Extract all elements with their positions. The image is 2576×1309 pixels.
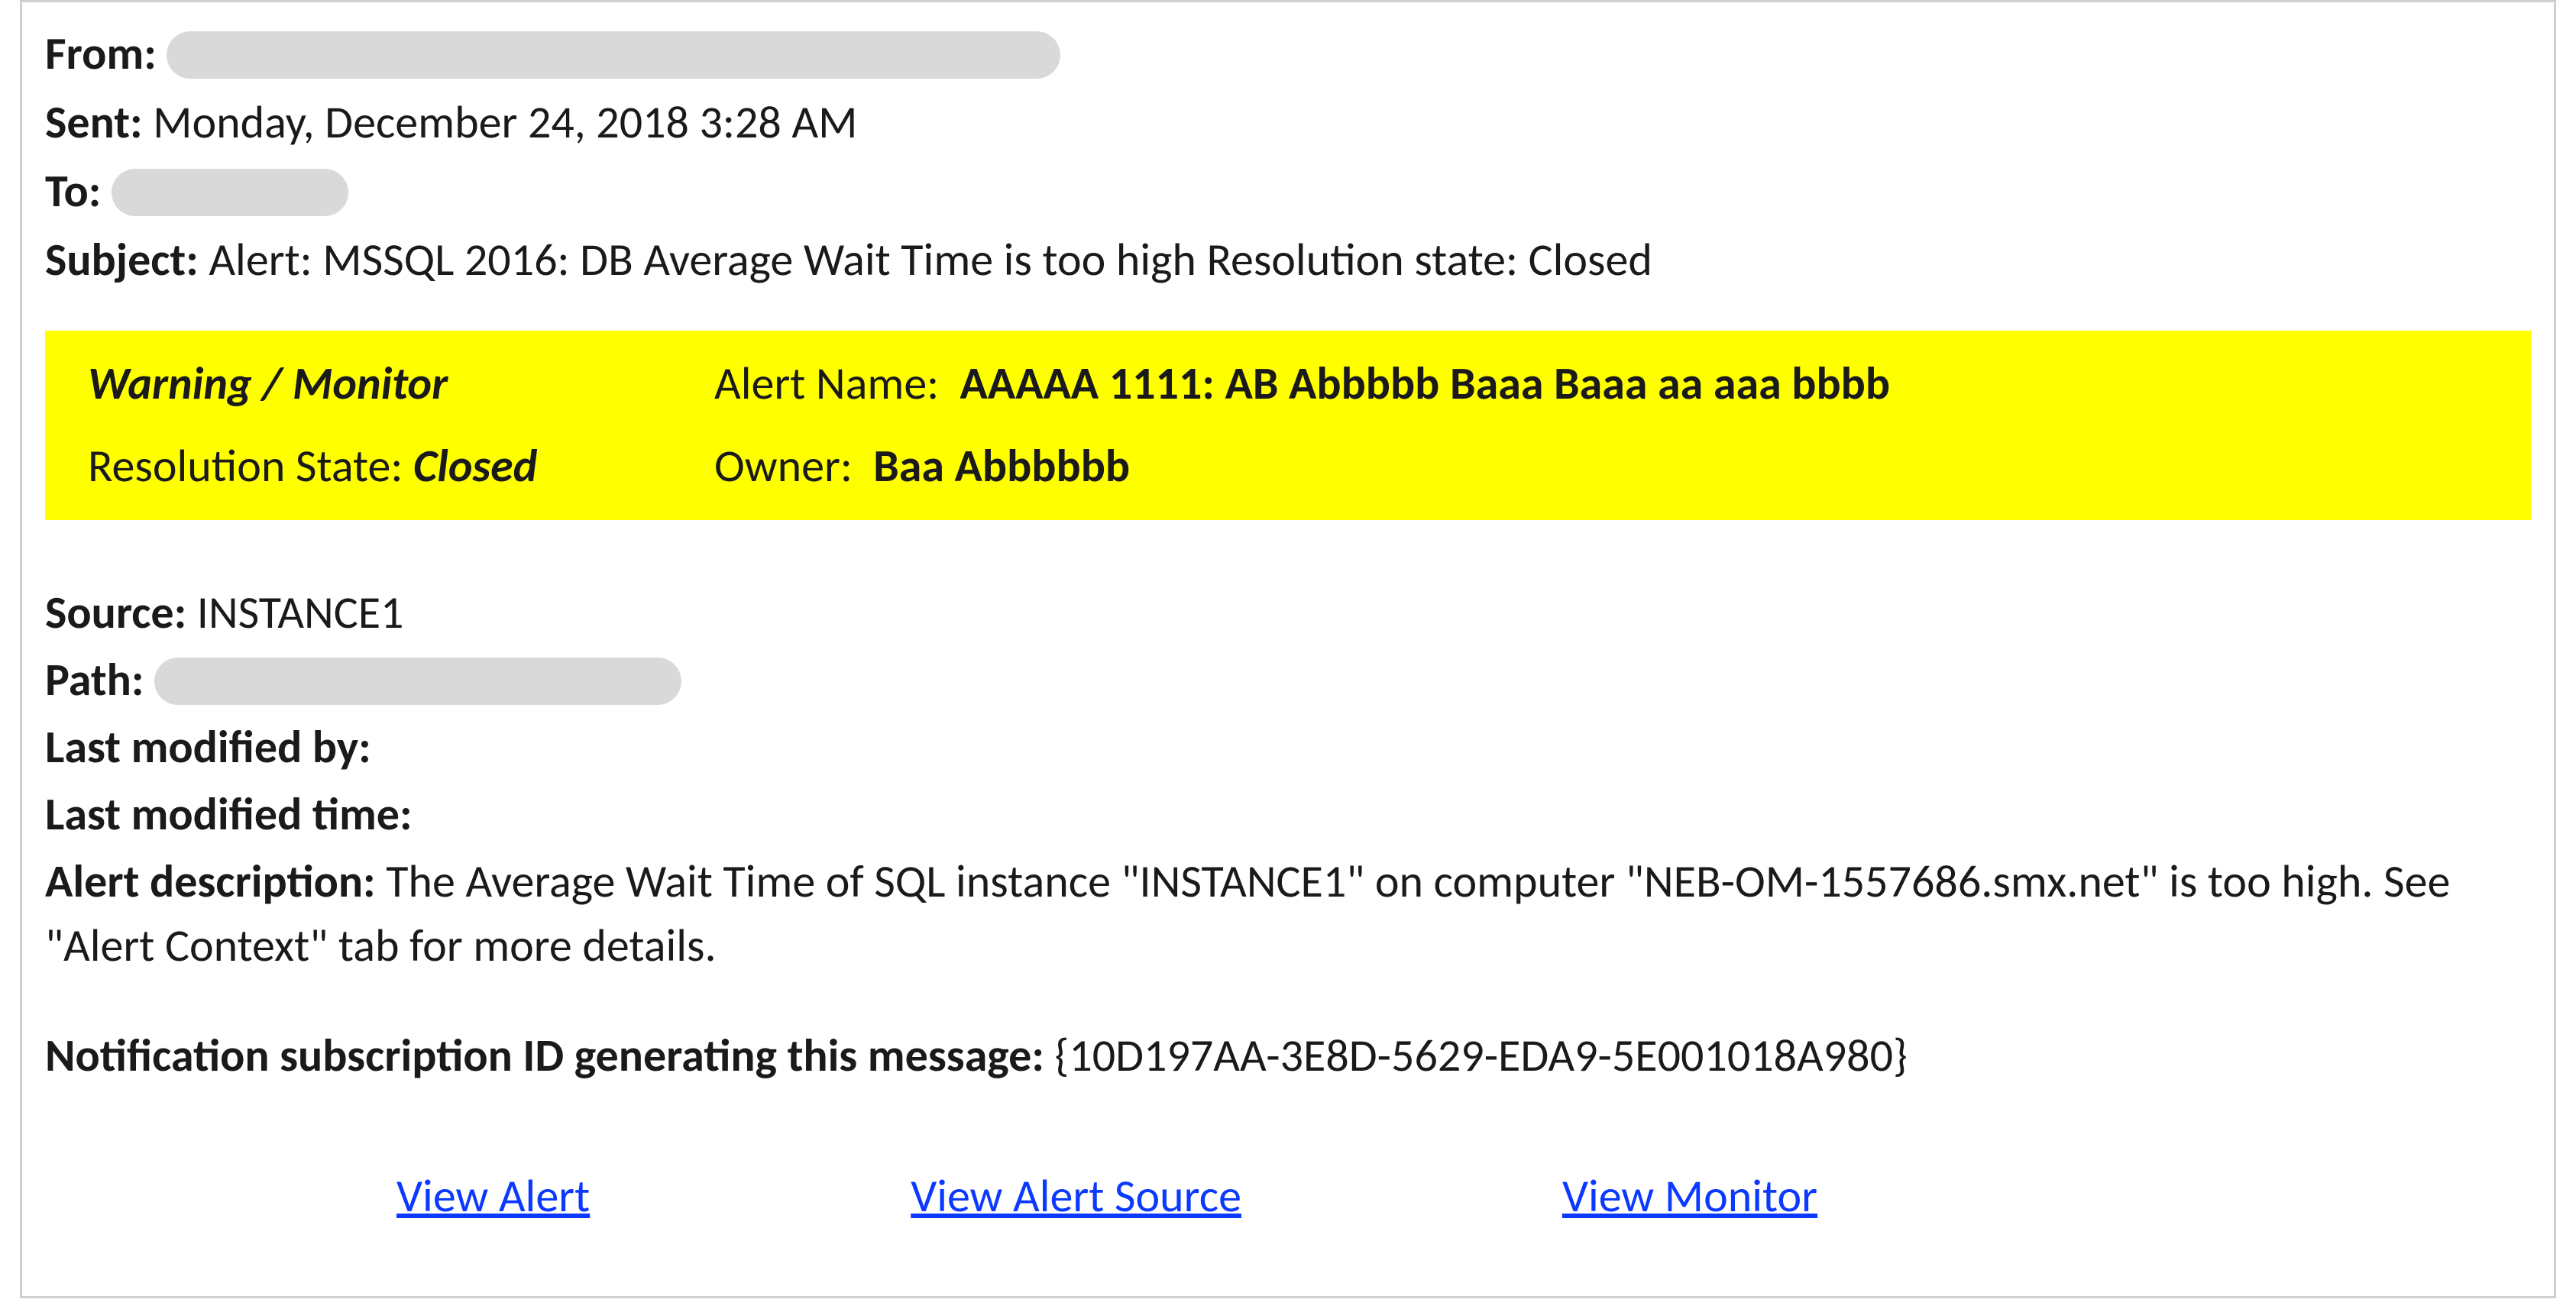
last-modified-time-label: Last modified time: (45, 787, 413, 842)
sent-label: Sent: (45, 95, 143, 150)
subscription-value: {10D197AA-3E8D-5629-EDA9-5E001018A980} (1054, 1028, 1907, 1084)
source-label: Source: (45, 585, 186, 641)
path-redacted (154, 658, 681, 705)
to-label: To: (45, 163, 101, 219)
subject-line: Subject: Alert: MSSQL 2016: DB Average W… (45, 228, 2531, 293)
alert-name-value: AAAAA 1111: AB Abbbbb Baaa Baaa aa aaa b… (960, 356, 1890, 412)
subscription-label: Notification subscription ID generating … (45, 1028, 1044, 1084)
path-label: Path: (45, 652, 144, 708)
to-redacted (112, 169, 348, 216)
owner-label: Owner: (714, 438, 853, 494)
resolution-state-label: Resolution State: (88, 438, 403, 494)
alert-name-label: Alert Name: (714, 356, 939, 412)
last-modified-by-label: Last modified by: (45, 719, 371, 775)
subject-label: Subject: (45, 232, 199, 288)
path-line: Path: (45, 648, 2531, 713)
view-monitor-link[interactable]: View Monitor (1562, 1165, 1817, 1229)
alert-description-line: Alert description: The Average Wait Time… (45, 850, 2531, 978)
last-modified-time-line: Last modified time: (45, 783, 2531, 847)
from-redacted (167, 31, 1060, 79)
owner-value: Baa Abbbbbb (873, 438, 1130, 494)
links-row: View Alert View Alert Source View Monito… (45, 1165, 2531, 1229)
view-alert-link[interactable]: View Alert (396, 1165, 590, 1229)
alert-highlight-box: Warning / Monitor Alert Name: AAAAA 1111… (45, 331, 2531, 520)
alert-description-label: Alert description: (45, 854, 376, 910)
last-modified-by-line: Last modified by: (45, 716, 2531, 780)
from-label: From: (45, 26, 157, 82)
resolution-state-value: Closed (413, 438, 537, 494)
source-value: INSTANCE1 (197, 585, 404, 641)
from-line: From: (45, 22, 2531, 86)
subject-value: Alert: MSSQL 2016: DB Average Wait Time … (209, 232, 1652, 288)
email-panel: From: Sent: Monday, December 24, 2018 3:… (20, 0, 2556, 1298)
source-line: Source: INSTANCE1 (45, 581, 2531, 645)
to-line: To: (45, 160, 2531, 224)
alert-description-value: The Average Wait Time of SQL instance "I… (45, 854, 2450, 974)
severity-value: Warning / Monitor (88, 356, 448, 412)
sent-value: Monday, December 24, 2018 3:28 AM (153, 95, 857, 150)
sent-line: Sent: Monday, December 24, 2018 3:28 AM (45, 91, 2531, 155)
subscription-line: Notification subscription ID generating … (45, 1024, 2531, 1088)
view-alert-source-link[interactable]: View Alert Source (911, 1165, 1241, 1229)
